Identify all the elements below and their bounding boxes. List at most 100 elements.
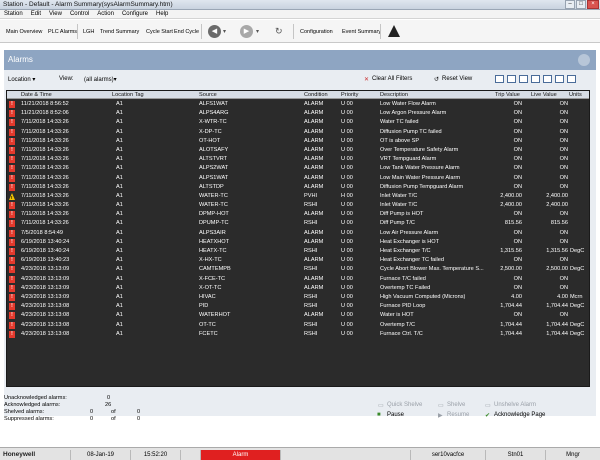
table-row[interactable]: ! 4/23/2018 13:13:08 A1 FCETC RSHI U 00 Furnac… — [7, 330, 589, 339]
column-date-time[interactable]: Date & Time — [21, 92, 52, 98]
table-row[interactable]: ! 6/19/2018 13:40:24 A1 HEATX-TC RSHI U 00 Hea… — [7, 247, 589, 256]
cell-trip: 1,315.56 — [500, 248, 522, 254]
table-row[interactable]: ! 7/11/2018 14:33:26 A1 WATER-TC RSHI U 00 Inl… — [7, 201, 589, 210]
table-row[interactable]: ! 4/23/2018 13:13:09 A1 X-OT-TC ALARM U 00 Ove… — [7, 284, 589, 293]
column-description[interactable]: Description — [380, 92, 408, 98]
cell-cond: RSHI — [304, 202, 318, 209]
cell-date: 4/23/2018 13:13:08 — [21, 303, 70, 310]
column-location-tag[interactable]: Location Tag — [112, 92, 144, 98]
menu-action[interactable]: Action — [97, 11, 114, 17]
cell-src: WATER-TC — [199, 192, 228, 199]
unshelve-alarm-button[interactable]: Unshelve Alarm — [494, 402, 536, 408]
alarm-icon: ! — [9, 229, 15, 237]
column-condition[interactable]: Condition — [304, 92, 328, 98]
table-row[interactable]: ! 4/23/2018 13:13:09 A1 X-FCE-TC ALARM U 00 Fu… — [7, 275, 589, 284]
column-source[interactable]: Source — [199, 92, 217, 98]
table-row[interactable]: ! 11/21/2018 8:56:52 A1 ALFS1WAT ALARM U 00 Lo… — [7, 100, 589, 109]
quick-shelve-button[interactable]: Quick Shelve — [387, 402, 422, 408]
menu-control[interactable]: Control — [70, 11, 89, 17]
view-layout-icon[interactable] — [531, 75, 540, 83]
menu-edit[interactable]: Edit — [31, 11, 41, 17]
trend-summary-button[interactable]: Trend Summary — [96, 25, 143, 38]
configuration-button[interactable]: Configuration — [296, 25, 337, 38]
view-layout-icon[interactable] — [495, 75, 504, 83]
plc-alarms-button[interactable]: PLC Alarms — [44, 25, 81, 38]
table-row[interactable]: ! 6/19/2018 13:40:23 A1 X-HX-TC ALARM U 00 Hea… — [7, 256, 589, 265]
cell-cond: ALARM — [304, 146, 324, 153]
view-layout-icon[interactable] — [507, 75, 516, 83]
cell-trip: ON — [513, 101, 522, 107]
table-row[interactable]: ! 7/11/2018 14:33:26 A1 ALPS1WAT ALARM U 00 Lo… — [7, 174, 589, 183]
table-row[interactable]: ! 4/23/2018 13:13:08 A1 PID RSHI U 00 Furnace … — [7, 302, 589, 311]
main-overview-button[interactable]: Main Overview — [2, 25, 46, 38]
filter-bar: Location ▾ View: (all alarms)▾ ✕ Clear A… — [4, 72, 596, 86]
table-row[interactable]: ! 7/11/2018 14:33:26 A1 ALPS2WAT ALARM U 00 Lo… — [7, 164, 589, 173]
cell-desc: Diff Pump is HOT — [380, 211, 424, 218]
forward-dropdown-icon[interactable]: ▾ — [256, 28, 259, 35]
table-row[interactable]: ! 7/11/2018 14:33:26 A1 ALOTSAFY ALARM U 00 Ov… — [7, 146, 589, 155]
warning-icon[interactable] — [388, 25, 400, 37]
back-icon[interactable]: ◀ — [208, 25, 221, 38]
cell-unit: DegC — [570, 248, 585, 254]
location-filter[interactable]: Location ▾ — [8, 76, 35, 83]
view-select[interactable]: (all alarms)▾ — [84, 76, 117, 83]
end-cycle-button[interactable]: End Cycle — [170, 25, 203, 38]
cell-cond: RSHI — [304, 303, 318, 310]
event-summary-button[interactable]: Event Summary — [338, 25, 385, 38]
cell-trip: ON — [513, 183, 522, 190]
menu-view[interactable]: View — [49, 11, 62, 17]
table-row[interactable]: ! 7/11/2018 14:33:26 A1 DPMP-HOT ALARM U 00 Di… — [7, 210, 589, 219]
table-row[interactable]: ! 7/11/2018 14:33:26 A1 X-DP-TC ALARM U 00 Dif… — [7, 128, 589, 137]
maximize-icon[interactable]: □ — [576, 0, 586, 9]
close-icon[interactable]: × — [587, 0, 599, 9]
pause-button[interactable]: Pause — [387, 412, 404, 418]
back-dropdown-icon[interactable]: ▾ — [223, 28, 226, 35]
table-row[interactable]: ! 4/23/2018 13:13:08 A1 WATERHOT ALARM U 00 Wa… — [7, 311, 589, 320]
print-icon[interactable] — [567, 75, 576, 83]
suppressed-of: of — [111, 416, 116, 422]
table-row[interactable]: ! 11/21/2018 8:52:06 A1 ALPS4ARG ALARM U 00 Lo… — [7, 109, 589, 118]
shelve-button[interactable]: Shelve — [447, 402, 465, 408]
table-row[interactable]: 7/11/2018 14:33:26 A1 WATER-TC PVHI H 00 Inle… — [7, 192, 589, 201]
column-live-value[interactable]: Live Value — [531, 92, 557, 98]
shelved-of: of — [111, 409, 116, 415]
table-row[interactable]: ! 7/5/2018 8:54:49 A1 ALPS3AIR ALARM U 00 Low … — [7, 229, 589, 238]
view-layout-icon[interactable] — [519, 75, 528, 83]
menu-help[interactable]: Help — [156, 11, 168, 17]
table-row[interactable]: ! 7/11/2018 14:33:26 A1 X-WTR-TC ALARM U 00 Wa… — [7, 118, 589, 127]
column-units[interactable]: Units — [569, 92, 582, 98]
table-row[interactable]: ! 4/23/2018 13:13:09 A1 HIVAC RSHI U 00 High V… — [7, 293, 589, 302]
alarm-indicator[interactable]: Alarm — [200, 450, 280, 460]
honeywell-logo: Honeywell — [3, 451, 36, 458]
alarm-icon: ! — [9, 321, 15, 329]
column-trip-value[interactable]: Trip Value — [495, 92, 520, 98]
alarm-icon: ! — [9, 202, 15, 210]
table-row[interactable]: ! 6/19/2018 13:40:24 A1 HEATXHOT ALARM U 00 He… — [7, 238, 589, 247]
menu-station[interactable]: Station — [4, 11, 23, 17]
cell-live: 1,704.44 — [546, 303, 568, 310]
cell-trip: ON — [513, 229, 522, 236]
status-date: 08-Jan-19 — [70, 450, 130, 460]
reset-view-button[interactable]: Reset View — [442, 76, 472, 82]
cell-loc: A1 — [116, 330, 123, 337]
refresh-icon[interactable]: ↻ — [275, 26, 283, 37]
acknowledge-page-button[interactable]: Acknowledge Page — [494, 412, 545, 418]
resume-button[interactable]: Resume — [447, 412, 469, 418]
table-row[interactable]: ! 7/11/2018 14:33:26 A1 OT-HOT ALARM U 00 OT i… — [7, 137, 589, 146]
export-icon[interactable] — [555, 75, 564, 83]
menu-configure[interactable]: Configure — [122, 11, 148, 17]
cell-src: ALOTSAFY — [199, 146, 229, 153]
table-row[interactable]: ! 7/11/2018 14:33:26 A1 ALTSTVRT ALARM U 00 VR… — [7, 155, 589, 164]
clear-all-filters-button[interactable]: Clear All Filters — [372, 76, 412, 82]
cell-desc: Low Argon Pressure Alarm — [380, 110, 447, 117]
column-priority[interactable]: Priority — [341, 92, 358, 98]
table-row[interactable]: ! 7/11/2018 14:33:26 A1 ALTSTDP ALARM U 00 Dif… — [7, 183, 589, 192]
forward-icon[interactable]: ▶ — [240, 25, 253, 38]
cell-loc: A1 — [116, 293, 123, 300]
alarm-icon: ! — [9, 266, 15, 274]
minimize-icon[interactable]: – — [565, 0, 575, 9]
table-row[interactable]: ! 4/23/2018 13:13:09 A1 CAMTEMPB RSHI U 00 Cyc… — [7, 265, 589, 274]
view-layout-icon[interactable] — [543, 75, 552, 83]
table-row[interactable]: ! 4/23/2018 13:13:08 A1 OT-TC RSHI U 00 Overte… — [7, 321, 589, 330]
table-row[interactable]: ! 7/11/2018 14:33:26 A1 DPUMP-TC RSHI U 00 Dif… — [7, 219, 589, 228]
